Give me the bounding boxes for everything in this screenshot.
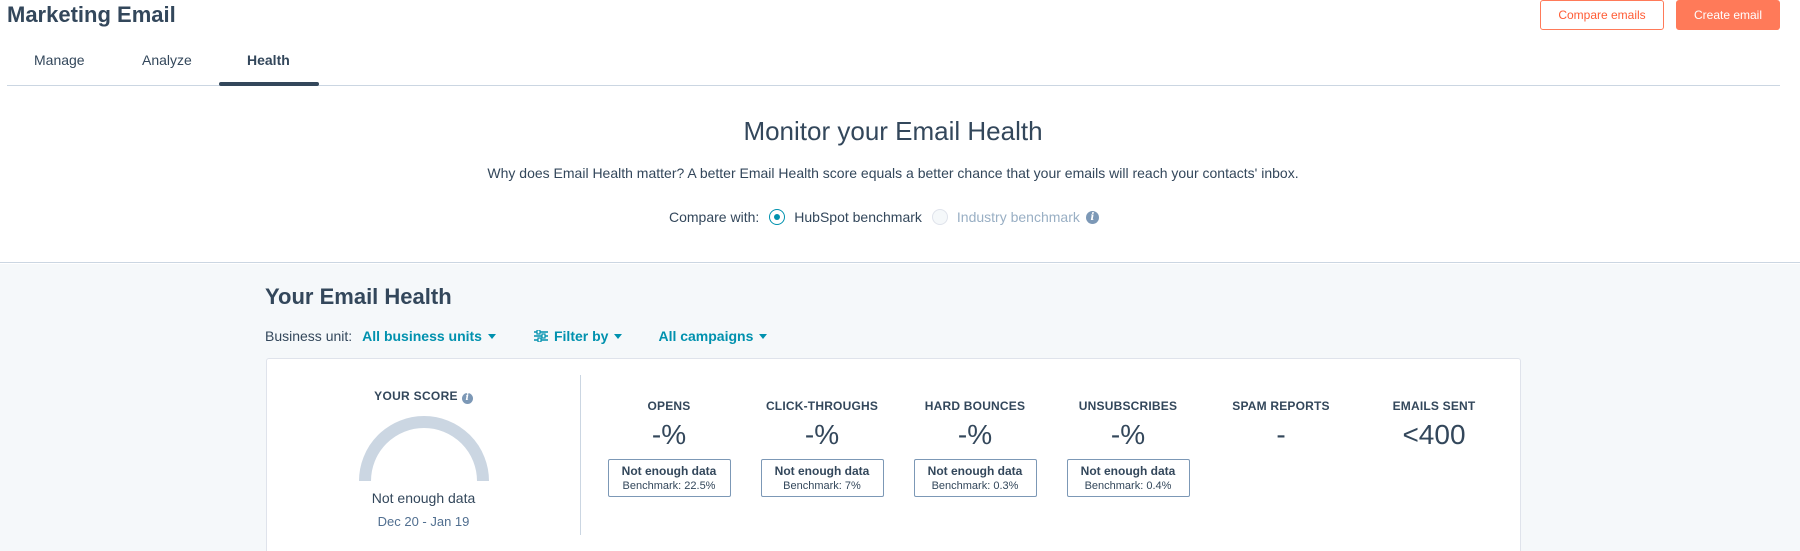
business-unit-dropdown[interactable]: All business units [362,328,496,344]
metric-value: -% [957,419,993,450]
info-icon[interactable]: i [461,393,473,404]
metric-emails-sent: EMAILS SENT <400 [1359,399,1509,453]
tab-manage[interactable]: Manage [34,52,85,68]
score-gauge [359,416,489,481]
top-bar: Marketing Email Compare emails Create em… [0,0,1800,86]
metric-benchmark: Benchmark: 7% [783,480,861,492]
tab-analyze[interactable]: Analyze [142,52,192,68]
metric-name: OPENS [647,399,691,413]
email-health-section: Your Email Health Business unit: All bus… [0,264,1800,551]
metric-name: SPAM REPORTS [1232,399,1330,413]
metric-name: EMAILS SENT [1392,399,1476,413]
score-status: Not enough data [371,490,476,506]
caret-down-icon [759,333,768,339]
industry-benchmark-label[interactable]: Industry benchmark [957,209,1080,225]
metric-box-status: Not enough data [1080,464,1176,478]
page-title: Marketing Email [7,2,176,27]
score-date-range: Dec 20 - Jan 19 [377,514,470,529]
metric-click-throughs: CLICK-THROUGHS -% Not enough data Benchm… [747,399,897,497]
business-unit-value: All business units [362,328,482,344]
campaigns-dropdown[interactable]: All campaigns [658,328,768,344]
score-heading: YOUR SCORE i [267,389,580,404]
compare-with-label: Compare with: [669,209,760,225]
metric-hard-bounces: HARD BOUNCES -% Not enough data Benchmar… [900,399,1050,497]
metric-benchmark-box: Not enough data Benchmark: 0.3% [913,459,1037,497]
business-unit-label: Business unit: [265,328,353,344]
compare-with-group: Compare with: HubSpot benchmark Industry… [669,207,1099,227]
metric-benchmark-box: Not enough data Benchmark: 0.4% [1066,459,1190,497]
info-icon[interactable]: i [1085,210,1099,224]
tab-bar: Manage Analyze Health [7,40,1780,86]
filter-by-dropdown[interactable]: Filter by [533,328,623,344]
compare-emails-button[interactable]: Compare emails [1540,0,1664,30]
metric-name: CLICK-THROUGHS [765,399,879,413]
hero-section: Monitor your Email Health Why does Email… [0,86,1800,263]
industry-benchmark-radio[interactable] [931,209,948,225]
hubspot-benchmark-label[interactable]: HubSpot benchmark [794,209,922,225]
caret-down-icon [614,333,623,339]
caret-down-icon [487,333,496,339]
metric-name: UNSUBSCRIBES [1078,399,1178,413]
metric-benchmark-box: Not enough data Benchmark: 22.5% [607,459,731,497]
metric-benchmark: Benchmark: 0.3% [931,480,1019,492]
create-email-button[interactable]: Create email [1676,0,1780,30]
section-title: Your Email Health [265,284,452,309]
metric-value: -% [804,419,840,450]
campaigns-label: All campaigns [658,328,754,344]
metric-value: - [1276,419,1286,450]
sliders-icon [533,330,548,342]
hubspot-benchmark-radio[interactable] [769,209,786,225]
metric-box-status: Not enough data [927,464,1023,478]
metric-benchmark: Benchmark: 0.4% [1084,480,1172,492]
metric-box-status: Not enough data [774,464,870,478]
score-panel: YOUR SCORE i Not enough data Dec 20 - Jan… [267,359,580,551]
metric-spam-reports: SPAM REPORTS - [1206,399,1356,453]
tab-health[interactable]: Health [247,52,290,68]
metric-unsubscribes: UNSUBSCRIBES -% Not enough data Benchmar… [1053,399,1203,497]
hero-title: Monitor your Email Health [743,116,1043,146]
metric-opens: OPENS -% Not enough data Benchmark: 22.5… [594,399,744,497]
metric-box-status: Not enough data [621,464,717,478]
metric-benchmark: Benchmark: 22.5% [622,480,716,492]
hero-description: Why does Email Health matter? A better E… [487,165,1299,181]
metric-value: -% [1110,419,1146,450]
metric-name: HARD BOUNCES [924,399,1026,413]
filter-by-label: Filter by [553,328,609,344]
filter-bar: Business unit: All business units Filter… [265,326,768,346]
score-label: YOUR SCORE [374,389,458,403]
divider [580,375,581,535]
metric-benchmark-box: Not enough data Benchmark: 7% [760,459,884,497]
health-card: YOUR SCORE i Not enough data Dec 20 - Jan… [266,358,1521,551]
metric-value: -% [651,419,687,450]
metric-value: <400 [1402,419,1466,450]
